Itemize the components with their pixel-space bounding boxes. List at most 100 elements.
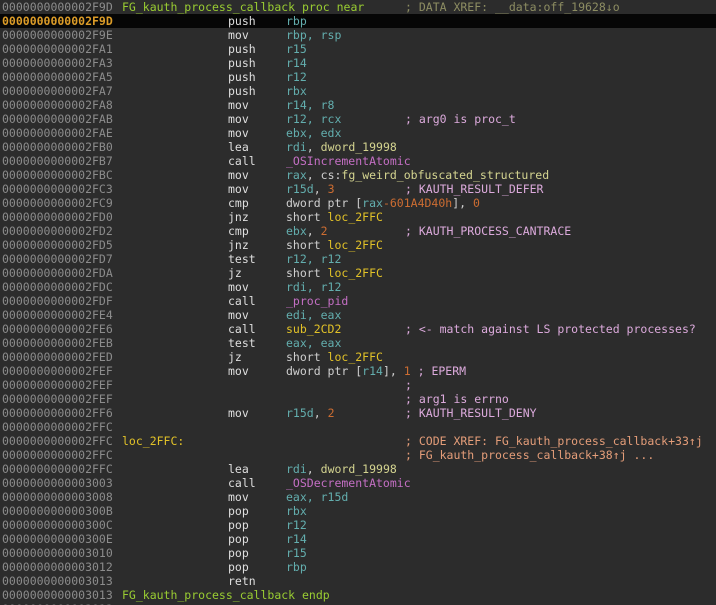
- address: 0000000000002FA7: [2, 84, 113, 98]
- asm-line[interactable]: 0000000000002FEBtesteax, eax: [0, 336, 716, 350]
- asm-line[interactable]: 0000000000003010popr15: [0, 546, 716, 560]
- mnemonic: mov: [228, 168, 249, 182]
- address: 0000000000002FAE: [2, 126, 113, 140]
- token: ,: [307, 224, 321, 238]
- asm-line[interactable]: 0000000000002F9Emovrbp, rsp: [0, 28, 716, 42]
- operands: rbx: [286, 504, 307, 518]
- asm-line[interactable]: 0000000000002FB7call_OSIncrementAtomic: [0, 154, 716, 168]
- register-operand: eax, eax: [286, 336, 341, 350]
- asm-line[interactable]: 0000000000002FA7pushrbx: [0, 84, 716, 98]
- asm-line[interactable]: 0000000000002FFCloc_2FFC:; CODE XREF: FG…: [0, 434, 716, 448]
- register-operand: r12, rcx: [286, 112, 341, 126]
- import-name-ref[interactable]: _proc_pid: [286, 294, 348, 308]
- address: 0000000000002FA8: [2, 98, 113, 112]
- asm-line[interactable]: 0000000000002FA3pushr14: [0, 56, 716, 70]
- asm-line[interactable]: 0000000000002FFC; FG_kauth_process_callb…: [0, 448, 716, 462]
- operands: rdi, r12: [286, 280, 341, 294]
- asm-line[interactable]: 0000000000002FA5pushr12: [0, 70, 716, 84]
- asm-line[interactable]: 0000000000002FEFmovdword ptr [r14], 1 ; …: [0, 364, 716, 378]
- asm-line[interactable]: 0000000000002FE4movedi, eax: [0, 308, 716, 322]
- address: 0000000000002F9E: [2, 28, 113, 42]
- address: 0000000000002FFC: [2, 462, 113, 476]
- mnemonic: mov: [228, 182, 249, 196]
- address: 0000000000002FD7: [2, 252, 113, 266]
- address: 000000000000300C: [2, 518, 113, 532]
- asm-line[interactable]: 0000000000002F9DFG_kauth_process_callbac…: [0, 0, 716, 14]
- asm-line[interactable]: 0000000000002FA8movr14, r8: [0, 98, 716, 112]
- asm-line[interactable]: 0000000000002FFC: [0, 420, 716, 434]
- register-operand: edi, eax: [286, 308, 341, 322]
- function-label[interactable]: FG_kauth_process_callback proc near: [122, 0, 364, 14]
- asm-line[interactable]: 0000000000002FAEmovebx, edx: [0, 126, 716, 140]
- comment-column: ; arg1 is errno: [405, 392, 509, 406]
- asm-line[interactable]: 0000000000002FEF; arg1 is errno: [0, 392, 716, 406]
- mnemonic: pop: [228, 532, 249, 546]
- comment-text: ; KAUTH_RESULT_DEFER: [405, 182, 543, 196]
- code-label-ref[interactable]: loc_2FFC: [328, 238, 383, 252]
- asm-line[interactable]: 0000000000002FDAjzshort loc_2FFC: [0, 266, 716, 280]
- operands: ebx, 2: [286, 224, 328, 238]
- data-name-ref[interactable]: fg_weird_obfuscated_structured: [341, 168, 549, 182]
- register-operand: rax: [286, 168, 307, 182]
- code-label-ref[interactable]: sub_2CD2: [286, 322, 341, 336]
- import-name-ref[interactable]: _OSIncrementAtomic: [286, 154, 411, 168]
- mnemonic: cmp: [228, 196, 249, 210]
- asm-line[interactable]: 0000000000002FD0jnzshort loc_2FFC: [0, 210, 716, 224]
- asm-line[interactable]: 0000000000002FDCmovrdi, r12: [0, 280, 716, 294]
- number-operand: -601A4D40h: [383, 196, 452, 210]
- asm-line[interactable]: 0000000000002FD7testr12, r12: [0, 252, 716, 266]
- address: 0000000000003012: [2, 560, 113, 574]
- asm-line[interactable]: 0000000000003003call_OSDecrementAtomic: [0, 476, 716, 490]
- asm-line[interactable]: 000000000000300Epopr14: [0, 532, 716, 546]
- token: short: [286, 266, 328, 280]
- function-label[interactable]: FG_kauth_process_callback endp: [122, 588, 330, 602]
- import-name-ref[interactable]: _OSDecrementAtomic: [286, 476, 411, 490]
- operands: _OSDecrementAtomic: [286, 476, 411, 490]
- asm-line[interactable]: 0000000000002FFCleardi, dword_19998: [0, 462, 716, 476]
- asm-line[interactable]: 000000000000300Cpopr12: [0, 518, 716, 532]
- asm-line[interactable]: 0000000000002FC3movr15d, 3; KAUTH_RESULT…: [0, 182, 716, 196]
- operands: r15d, 2: [286, 406, 335, 420]
- asm-line[interactable]: 0000000000002FD2cmpebx, 2; KAUTH_PROCESS…: [0, 224, 716, 238]
- mnemonic: call: [228, 154, 256, 168]
- asm-line[interactable]: 0000000000003012poprbp: [0, 560, 716, 574]
- asm-line[interactable]: 0000000000002FDFcall_proc_pid: [0, 294, 716, 308]
- asm-line[interactable]: 0000000000002FABmovr12, rcx; arg0 is pro…: [0, 112, 716, 126]
- address: 0000000000003008: [2, 490, 113, 504]
- asm-line[interactable]: 0000000000002FEDjzshort loc_2FFC: [0, 350, 716, 364]
- code-label-ref[interactable]: loc_2FFC: [328, 210, 383, 224]
- current-asm-line[interactable]: 0000000000002F9Dpushrbp: [0, 14, 716, 28]
- code-label-ref[interactable]: loc_2FFC: [328, 266, 383, 280]
- register-operand: rbx: [286, 84, 307, 98]
- code-label-ref[interactable]: loc_2FFC:: [122, 434, 184, 448]
- register-operand: eax, r15d: [286, 490, 348, 504]
- mnemonic: mov: [228, 280, 249, 294]
- comment-column: ;: [405, 378, 412, 392]
- token: ,: [307, 168, 321, 182]
- address: 0000000000003003: [2, 476, 113, 490]
- asm-line[interactable]: 0000000000002FBCmovrax, cs:fg_weird_obfu…: [0, 168, 716, 182]
- asm-line[interactable]: 0000000000002FA1pushr15: [0, 42, 716, 56]
- comment-text: ; EPERM: [418, 364, 466, 378]
- data-name-ref[interactable]: dword_19998: [321, 462, 397, 476]
- asm-line[interactable]: 0000000000002FE6callsub_2CD2; <- match a…: [0, 322, 716, 336]
- asm-line[interactable]: 0000000000002FEF;: [0, 378, 716, 392]
- operands: eax, r15d: [286, 490, 348, 504]
- data-name-ref[interactable]: dword_19998: [321, 140, 397, 154]
- asm-line[interactable]: 0000000000002FD5jnzshort loc_2FFC: [0, 238, 716, 252]
- asm-line[interactable]: 0000000000002FF6movr15d, 2; KAUTH_RESULT…: [0, 406, 716, 420]
- asm-line[interactable]: 0000000000003008moveax, r15d: [0, 490, 716, 504]
- asm-line[interactable]: 0000000000003013FG_kauth_process_callbac…: [0, 588, 716, 602]
- register-operand: r12, r12: [286, 252, 341, 266]
- code-label-ref[interactable]: loc_2FFC: [328, 350, 383, 364]
- asm-line[interactable]: 0000000000002FB0leardi, dword_19998: [0, 140, 716, 154]
- asm-line[interactable]: 0000000000003013retn: [0, 574, 716, 588]
- operands: r14: [286, 532, 307, 546]
- asm-line[interactable]: 0000000000002FC9cmpdword ptr [rax-601A4D…: [0, 196, 716, 210]
- asm-line[interactable]: 000000000000300Bpoprbx: [0, 504, 716, 518]
- mnemonic: lea: [228, 462, 249, 476]
- disassembly-listing[interactable]: 0000000000002F9DFG_kauth_process_callbac…: [0, 0, 716, 605]
- mnemonic: mov: [228, 308, 249, 322]
- register-operand: r15d: [286, 406, 314, 420]
- comment-column: ; <- match against LS protected processe…: [405, 322, 696, 336]
